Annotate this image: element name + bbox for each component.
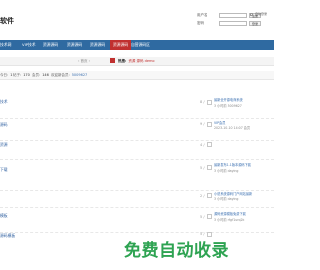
stat-members-label: 会员:: [32, 73, 41, 77]
forum-name[interactable]: 源码: [0, 122, 8, 128]
login-box: 用户名 注册 密码 登录 自动登录: [197, 12, 274, 38]
username-input[interactable]: [219, 12, 247, 18]
stat-members: 会员: 146: [32, 71, 49, 79]
stat-new-member-value[interactable]: 5009627: [72, 73, 88, 77]
forum-last-post-title[interactable]: 最新发布1.1版本源码下载: [214, 162, 251, 167]
forum-stats: 今日: 1 帖子: 170 会员: 146 欢迎新会员: 5009627: [0, 71, 274, 80]
forum-name[interactable]: 模板: [0, 213, 8, 219]
forum-post-icon: [207, 142, 212, 147]
forum-row: 2 / 小说系统源码门户网站最新 3 小时前 daying: [0, 190, 274, 208]
stat-new-member: 欢迎新会员: 5009627: [51, 71, 87, 79]
breadcrumb[interactable]: ‹ 首页 ›: [78, 58, 90, 64]
forum-row: 源码 9 / VIP会员 2023-10-10 14:07 会员: [0, 118, 274, 141]
forum-name[interactable]: 资源: [0, 142, 8, 148]
header: 软件 用户名 注册 密码 登录 自动登录: [0, 0, 274, 36]
username-label: 用户名: [197, 12, 208, 17]
forum-last-post-meta: 3 小时前 5009627: [214, 104, 242, 108]
nav-item-4[interactable]: 资源源码: [67, 40, 82, 50]
nav-item-1[interactable]: 技术网: [0, 40, 11, 50]
stat-posts-label: 帖子:: [13, 73, 22, 77]
forum-post-icon: [207, 122, 212, 127]
watermark-text: 免费自动收录: [124, 241, 229, 261]
forum-row: 资源 4 /: [0, 140, 274, 160]
forum-last-post-meta: 3 小时前 rfgf1urq2k: [214, 218, 245, 222]
nav-item-2[interactable]: VIP技术: [22, 40, 36, 50]
forum-count: 8 /: [200, 100, 205, 104]
forum-post-icon: [207, 100, 212, 105]
forum-count: 4 /: [200, 143, 205, 147]
forum-last-post-meta: 2023-10-10 14:07 会员: [214, 126, 251, 130]
forum-last-post-meta: 3 小时前 daying: [214, 197, 239, 201]
forum-row: 技术 8 / 最新全开源电商系统 3 小时前 5009627: [0, 95, 274, 119]
remember-label: 自动登录: [255, 12, 268, 16]
forum-count: 5 /: [200, 166, 205, 170]
forum-post-icon: [207, 193, 212, 198]
forum-count: 9 /: [200, 122, 205, 126]
nav-item-6[interactable]: 资源源码: [110, 40, 132, 50]
forum-last-post-title[interactable]: 最新全开源电商系统: [214, 97, 243, 102]
forum-row: 下载 5 / 最新发布1.1版本源码下载 3 小时前 daying: [0, 159, 274, 191]
stat-today: 今日: 1: [0, 71, 12, 79]
forum-last-post-title[interactable]: 源码资源模板免费下载: [214, 211, 246, 216]
main-nav: 技术网 VIP技术 资源源码 资源源码 资源源码 资源源码 自营源码区: [0, 40, 274, 50]
password-label: 密码: [197, 20, 204, 25]
hot-search: 热搜: 资源 源码 demo: [118, 58, 155, 64]
login-button[interactable]: 登录: [249, 20, 262, 26]
home-icon[interactable]: [110, 58, 115, 63]
forum-post-icon: [207, 165, 212, 170]
stat-members-value: 146: [42, 73, 49, 77]
nav-item-7[interactable]: 自营源码区: [131, 40, 150, 50]
forum-count: 5 /: [200, 215, 205, 219]
hot-search-label: 热搜:: [118, 59, 127, 63]
remember-checkbox[interactable]: [250, 13, 253, 16]
password-input[interactable]: [219, 20, 247, 26]
forum-name[interactable]: 源码模板: [0, 233, 15, 239]
password-row: 密码 登录: [197, 20, 262, 26]
forum-name[interactable]: 下载: [0, 167, 8, 173]
forum-row: 模板 5 / 源码资源模板免费下载 3 小时前 rfgf1urq2k: [0, 207, 274, 233]
nav-item-3[interactable]: 资源源码: [43, 40, 58, 50]
forum-last-post-meta: 3 小时前 daying: [214, 169, 239, 173]
site-title: 软件: [0, 17, 14, 25]
hot-search-items[interactable]: 资源 源码 demo: [128, 59, 154, 63]
stat-posts: 帖子: 170: [13, 71, 30, 79]
stat-today-label: 今日:: [0, 73, 9, 77]
stat-posts-value: 170: [23, 73, 30, 77]
forum-name[interactable]: 技术: [0, 99, 8, 105]
breadcrumb-bar: ‹ 首页 › 热搜: 资源 源码 demo: [0, 57, 274, 66]
stat-new-member-label: 欢迎新会员:: [51, 73, 70, 77]
forum-count: 2 /: [200, 194, 205, 198]
nav-item-5[interactable]: 资源源码: [90, 40, 105, 50]
forum-post-icon: [207, 214, 212, 219]
